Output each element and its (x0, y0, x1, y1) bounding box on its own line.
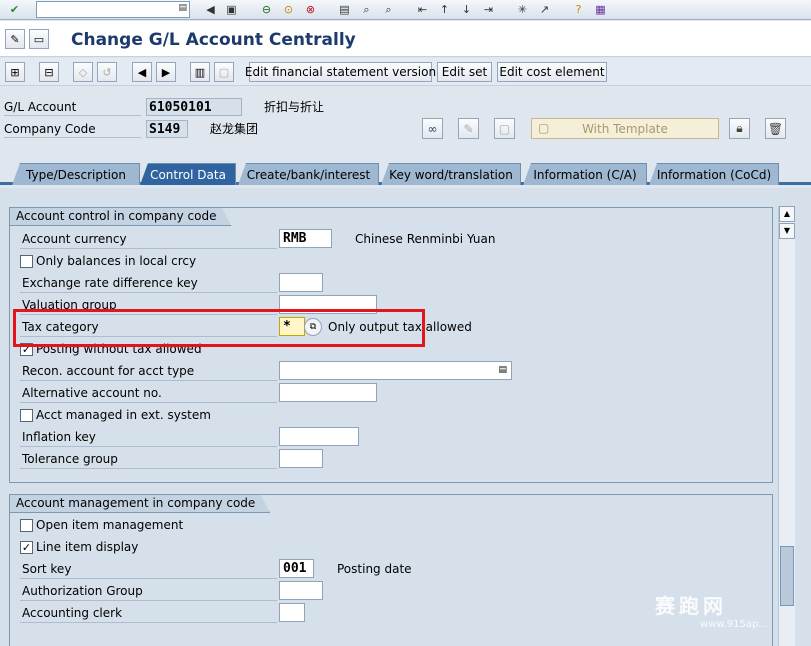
tab-information-cocd[interactable]: Information (CoCd) (649, 163, 779, 185)
exchange-rate-label: Exchange rate difference key (20, 273, 277, 293)
enter-icon[interactable]: ✔ (6, 1, 23, 18)
copy-disabled-icon: ◇ (73, 62, 93, 82)
tab-control-data[interactable]: Control Data (140, 163, 236, 185)
alternative-account-field[interactable] (279, 383, 377, 402)
shortcut-icon[interactable]: ↗ (536, 1, 553, 18)
line-item-label: Line item display (36, 540, 139, 554)
other-object-icon[interactable]: ▭ (29, 29, 49, 49)
sort-key-label: Sort key (20, 559, 277, 579)
template-icon: ▢ (538, 121, 550, 135)
exit-icon[interactable]: ⊙ (280, 1, 297, 18)
account-currency-label: Account currency (20, 229, 277, 249)
system-toolbar: ✔ ▤ ◀ ▣ ⊖ ⊙ ⊗ ▤ ⌕ ⌕ ⇤ ↑ ↓ ⇥ ✳ ↗ ? ▦ (0, 0, 811, 20)
lock-icon[interactable]: 🔒︎ (729, 118, 750, 139)
group-title: Account control in company code (9, 207, 232, 226)
page-title: Change G/L Account Centrally (71, 30, 356, 50)
scroll-up-icon[interactable]: ▲ (779, 206, 795, 222)
scroll-thumb[interactable] (780, 546, 794, 606)
edit-cost-element-button[interactable]: Edit cost element (497, 62, 607, 82)
company-code-field[interactable]: S149 (146, 120, 188, 138)
account-currency-description: Chinese Renminbi Yuan (355, 232, 496, 246)
pencil-icon: ✎ (458, 118, 479, 139)
exchange-rate-field[interactable] (279, 273, 323, 292)
find-icon[interactable]: ⌕ (358, 1, 375, 18)
authorization-group-label: Authorization Group (20, 581, 277, 601)
back-arrow-small-icon[interactable]: ◀ (202, 1, 219, 18)
first-page-icon[interactable]: ⇤ (414, 1, 431, 18)
tab-type-description[interactable]: Type/Description (12, 163, 140, 185)
last-page-icon[interactable]: ⇥ (480, 1, 497, 18)
gl-account-description: 折扣与折让 (264, 100, 325, 114)
tab-key-word-translation[interactable]: Key word/translation (381, 163, 521, 185)
tab-create-bank-interest[interactable]: Create/bank/interest (238, 163, 379, 185)
save-icon[interactable]: ▣ (223, 1, 240, 18)
gl-account-field[interactable]: 61050101 (146, 98, 242, 116)
hierarchy-icon[interactable]: ⊞ (5, 62, 25, 82)
edit-set-button[interactable]: Edit set (437, 62, 492, 82)
authorization-group-field[interactable] (279, 581, 323, 600)
account-currency-field[interactable]: RMB (279, 229, 332, 248)
dropdown-icon[interactable]: ▤ (498, 362, 507, 379)
document-disabled-icon: ▢ (214, 62, 234, 82)
scroll-down-icon[interactable]: ▼ (779, 223, 795, 239)
inflation-key-label: Inflation key (20, 427, 277, 447)
dropdown-icon[interactable]: ▤ (178, 3, 187, 13)
cancel-icon[interactable]: ⊗ (302, 1, 319, 18)
print-preview-icon[interactable]: ▥ (190, 62, 210, 82)
display-change-icon[interactable]: ✎ (5, 29, 25, 49)
tab-information-ca[interactable]: Information (C/A) (523, 163, 647, 185)
next-entry-icon[interactable]: ▶ (156, 62, 176, 82)
alternative-account-label: Alternative account no. (20, 383, 277, 403)
undo-disabled-icon: ↺ (97, 62, 117, 82)
inflation-key-field[interactable] (279, 427, 359, 446)
accounting-clerk-label: Accounting clerk (20, 603, 277, 623)
group-title: Account management in company code (9, 494, 270, 513)
only-balances-checkbox[interactable] (20, 255, 33, 268)
layout-menu-icon[interactable]: ▦ (592, 1, 609, 18)
acct-managed-label: Acct managed in ext. system (36, 408, 211, 422)
new-session-icon[interactable]: ✳ (514, 1, 531, 18)
application-toolbar: ⊞ ⊟ ◇ ↺ ◀ ▶ ▥ ▢ Edit financial statement… (0, 58, 811, 86)
print-icon[interactable]: ▤ (336, 1, 353, 18)
open-item-checkbox[interactable] (20, 519, 33, 532)
back-icon[interactable]: ⊖ (258, 1, 275, 18)
sort-key-field[interactable]: 001 (279, 559, 314, 578)
watermark-url: www.915ap... (700, 619, 768, 630)
previous-page-icon[interactable]: ↑ (436, 1, 453, 18)
with-template-label: With Template (582, 121, 668, 136)
company-code-label: Company Code (4, 120, 141, 138)
recon-account-label: Recon. account for acct type (20, 361, 277, 381)
accounting-clerk-field[interactable] (279, 603, 305, 622)
next-page-icon[interactable]: ↓ (458, 1, 475, 18)
tab-strip: Type/Description Control Data Create/ban… (0, 163, 811, 185)
tolerance-group-field[interactable] (279, 449, 323, 468)
with-template-button: ▢ With Template (531, 118, 719, 139)
edit-financial-statement-version-button[interactable]: Edit financial statement version (245, 62, 436, 82)
find-next-icon[interactable]: ⌕ (380, 1, 397, 18)
watermark-text: 赛跑网 (655, 594, 727, 618)
only-balances-label: Only balances in local crcy (36, 254, 197, 268)
line-item-checkbox[interactable]: ✓ (20, 541, 33, 554)
gl-account-label: G/L Account (4, 98, 141, 116)
vertical-scrollbar[interactable]: ▲ ▼ (778, 206, 795, 646)
help-icon[interactable]: ? (570, 1, 587, 18)
create-icon: ▢ (494, 118, 515, 139)
company-code-description: 赵龙集团 (210, 122, 259, 136)
recon-account-dropdown[interactable]: ▤ (279, 361, 512, 380)
tolerance-group-label: Tolerance group (20, 449, 277, 469)
title-bar: ✎ ▭ Change G/L Account Centrally (0, 21, 811, 57)
highlight-box (13, 309, 425, 347)
previous-entry-icon[interactable]: ◀ (132, 62, 152, 82)
tree-icon[interactable]: ⊟ (39, 62, 59, 82)
glasses-icon[interactable]: ∞ (422, 118, 443, 139)
open-item-label: Open item management (36, 518, 184, 532)
acct-managed-checkbox[interactable] (20, 409, 33, 422)
command-field[interactable]: ▤ (36, 1, 190, 18)
delete-icon[interactable]: 🗑︎ (765, 118, 786, 139)
sort-key-description: Posting date (337, 562, 412, 576)
